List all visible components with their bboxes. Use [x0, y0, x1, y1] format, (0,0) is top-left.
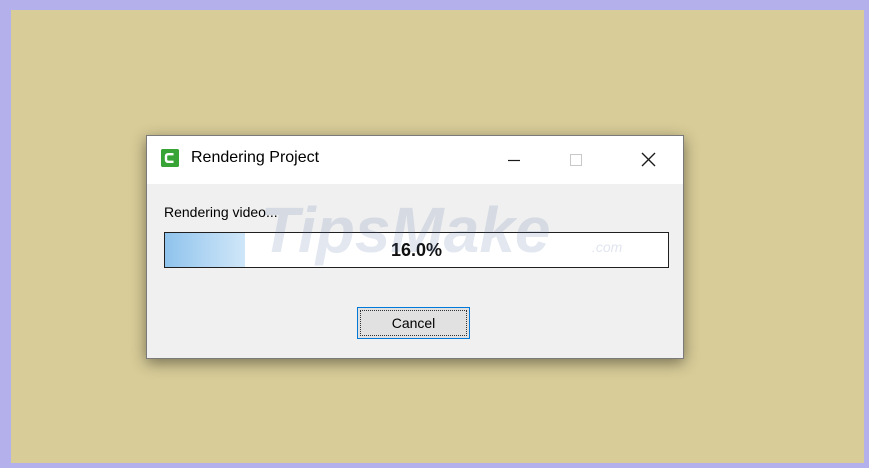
- maximize-icon: [570, 154, 582, 166]
- maximize-button: [553, 136, 599, 184]
- dialog-title: Rendering Project: [191, 149, 320, 166]
- minimize-icon: [508, 159, 520, 162]
- minimize-button[interactable]: [491, 136, 537, 184]
- status-text: Rendering video...: [164, 204, 278, 220]
- focus-ring: [360, 310, 467, 336]
- camtasia-app-icon: [161, 149, 179, 167]
- title-bar[interactable]: Rendering Project: [147, 136, 683, 184]
- close-button[interactable]: [625, 136, 671, 184]
- rendering-project-dialog: Rendering Project Rendering video... 16.…: [146, 135, 684, 359]
- progress-percent-label: 16.0%: [390, 240, 443, 260]
- cancel-button[interactable]: Cancel: [357, 307, 470, 339]
- close-icon: [641, 152, 656, 167]
- render-progress-bar: 16.0%: [164, 232, 669, 268]
